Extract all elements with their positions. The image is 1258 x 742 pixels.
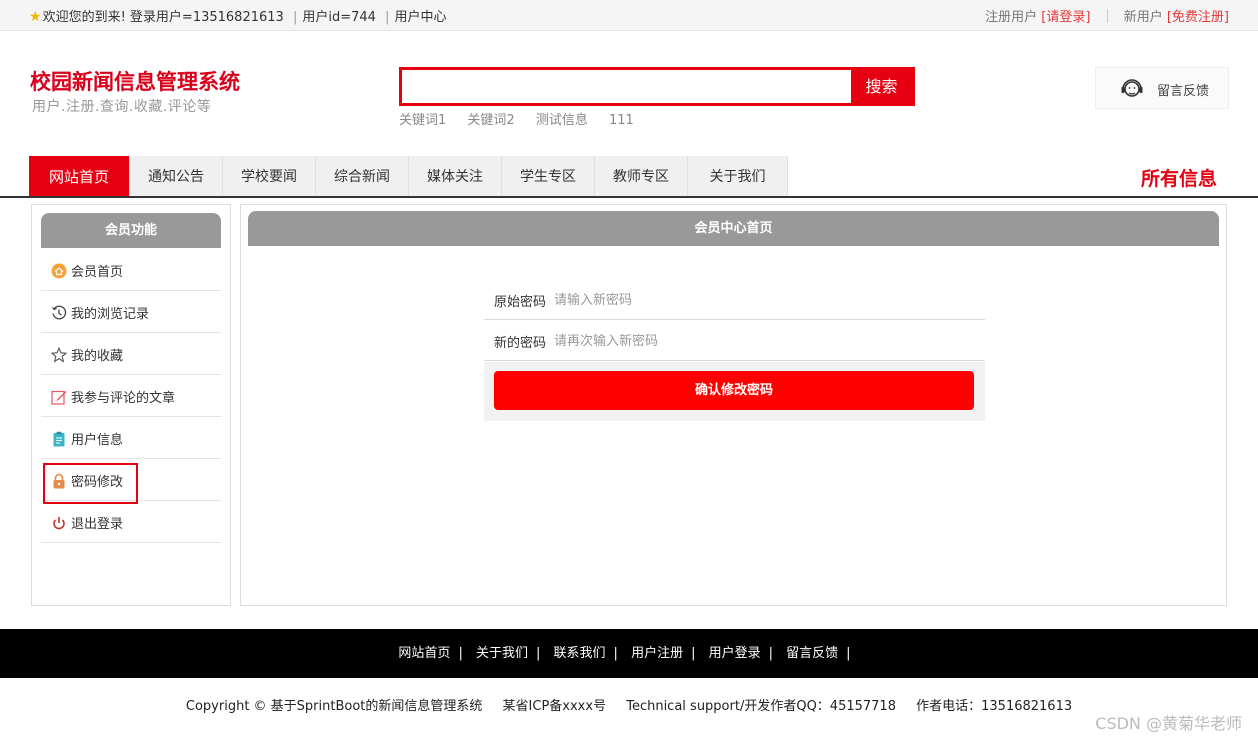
icp-text: 某省ICP备xxxx号 [502,699,607,714]
separator: | [385,10,390,25]
copyright: Copyright © 基于SprintBoot的新闻信息管理系统 某省ICP备… [0,695,1258,714]
nav-item-school-news[interactable]: 学校要闻 [223,156,316,196]
form-actions: 确认修改密码 [484,362,985,421]
sidebar-item-favorites[interactable]: 我的收藏 [41,333,221,375]
footer-link-home[interactable]: 网站首页 [398,646,450,661]
footer-link-contact[interactable]: 联系我们 [554,646,606,661]
member-sidebar: 会员功能 会员首页 我的浏览记录 我的收藏 我参与评论的文章 用户信息 密码修改… [31,204,231,606]
nav-divider [0,196,1258,198]
feedback-button[interactable]: 留言反馈 [1095,67,1229,109]
separator: | [535,646,541,661]
top-bar: ★欢迎您的到来! 登录用户=13516821613 | 用户id=744 | 用户中… [0,0,1258,31]
lock-icon [51,473,67,489]
user-id-text: 用户id=744 [302,10,376,25]
footer-link-feedback[interactable]: 留言反馈 [786,646,838,661]
new-user-label: 新用户 [1123,10,1163,25]
watermark: CSDN @黄菊华老师 [1095,714,1242,733]
keyword-link[interactable]: 关键词1 [399,113,446,128]
sidebar-item-change-password[interactable]: 密码修改 [41,459,221,501]
power-icon [51,515,67,531]
nav-item-general-news[interactable]: 综合新闻 [316,156,409,196]
sidebar-item-label: 密码修改 [71,475,124,490]
keyword-link[interactable]: 测试信息 [536,113,588,128]
sidebar-item-label: 我参与评论的文章 [71,391,176,406]
sidebar-item-member-home[interactable]: 会员首页 [41,249,221,291]
panel-title: 会员中心首页 [248,211,1219,246]
sidebar-item-comments[interactable]: 我参与评论的文章 [41,375,221,417]
change-password-form: 原始密码 新的密码 确认修改密码 [484,279,985,421]
divider [1106,9,1108,23]
sidebar-item-label: 我的浏览记录 [71,307,150,322]
login-user-text: 登录用户=13516821613 [129,10,284,25]
site-title[interactable]: 校园新闻信息管理系统 [30,66,240,96]
sidebar-item-label: 我的收藏 [71,349,124,364]
separator: | [458,646,463,661]
user-center-link[interactable]: 用户中心 [394,10,446,25]
separator: | [691,646,696,661]
sidebar-item-label: 用户信息 [71,433,124,448]
edit-icon [51,389,67,405]
nav-item-notices[interactable]: 通知公告 [130,156,223,196]
sidebar-item-history[interactable]: 我的浏览记录 [41,291,221,333]
keyword-link[interactable]: 111 [609,113,634,128]
footer-link-login[interactable]: 用户登录 [709,646,761,661]
history-icon [51,305,67,321]
home-icon [51,263,67,279]
star-icon: ★ [29,9,42,25]
separator: | [292,10,298,25]
old-password-row: 原始密码 [484,279,985,320]
search-box: 搜索 [399,67,915,106]
separator: | [613,646,618,661]
main-panel: 会员中心首页 原始密码 新的密码 确认修改密码 [240,204,1227,606]
nav-item-home[interactable]: 网站首页 [29,156,130,196]
new-password-field[interactable] [554,328,974,354]
sidebar-item-label: 会员首页 [71,265,124,280]
copyright-text: Copyright © 基于SprintBoot的新闻信息管理系统 [185,699,483,714]
confirm-password-button[interactable]: 确认修改密码 [494,371,974,410]
sidebar-title: 会员功能 [41,213,221,248]
keyword-link[interactable]: 关键词2 [467,113,514,128]
nav-item-media[interactable]: 媒体关注 [409,156,502,196]
old-password-label: 原始密码 [494,295,547,310]
old-password-field[interactable] [554,287,974,313]
separator: | [768,646,774,661]
search-input[interactable] [402,70,854,103]
register-label: 注册用户 [985,10,1038,25]
sidebar-item-user-info[interactable]: 用户信息 [41,417,221,459]
star-icon [50,346,68,363]
main-nav: 网站首页 通知公告 学校要闻 综合新闻 媒体关注 学生专区 教师专区 关于我们 [29,156,788,196]
footer-link-about[interactable]: 关于我们 [476,646,528,661]
welcome-bar: ★欢迎您的到来! 登录用户=13516821613 | 用户id=744 | 用户中… [29,6,446,25]
clipboard-icon [51,431,67,447]
hot-keywords: 关键词1 关键词2 测试信息 111 [399,109,651,128]
site-subtitle: 用户.注册.查询.收藏.评论等 [32,99,212,115]
nav-item-students[interactable]: 学生专区 [502,156,595,196]
sidebar-menu: 会员首页 我的浏览记录 我的收藏 我参与评论的文章 用户信息 密码修改 退出登录 [41,249,221,543]
new-password-label: 新的密码 [494,336,547,351]
login-link[interactable]: [请登录] [1041,10,1090,25]
separator: | [846,646,851,661]
headset-icon [1120,76,1144,106]
footer-nav: 网站首页 | 关于我们 | 联系我们 | 用户注册 | 用户登录 | 留言反馈 | [0,629,1258,678]
footer-link-register[interactable]: 用户注册 [631,646,683,661]
nav-item-about[interactable]: 关于我们 [688,156,788,196]
welcome-text: 欢迎您的到来! [42,10,126,25]
nav-item-teachers[interactable]: 教师专区 [595,156,688,196]
all-info-link[interactable]: 所有信息 [1141,164,1217,191]
phone-text: 作者电话：13516821613 [916,699,1073,714]
search-button[interactable]: 搜索 [851,70,912,103]
account-links: 注册用户 [请登录] 新用户 [免费注册] [985,6,1229,25]
new-password-row: 新的密码 [484,320,985,361]
feedback-label: 留言反馈 [1157,84,1210,99]
sidebar-item-logout[interactable]: 退出登录 [41,501,221,543]
support-text: Technical support/开发作者QQ：45157718 [626,699,896,714]
free-register-link[interactable]: [免费注册] [1167,10,1229,25]
sidebar-item-label: 退出登录 [71,517,124,532]
